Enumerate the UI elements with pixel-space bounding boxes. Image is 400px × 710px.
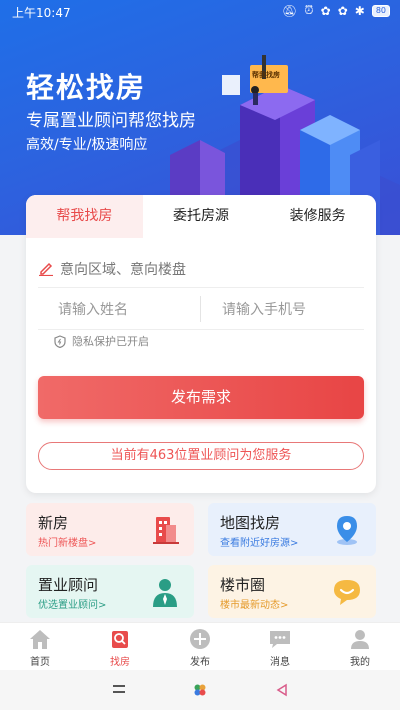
message-icon bbox=[270, 631, 290, 648]
alarm-icon: ⏰︎ bbox=[304, 3, 314, 17]
hero-tags: 高效/专业/极速响应 bbox=[26, 137, 148, 153]
tile-title: 楼市圈 bbox=[220, 576, 266, 594]
signal-icon: ✱ bbox=[354, 3, 365, 18]
menu-icon[interactable] bbox=[112, 683, 126, 695]
privacy-notice: 隐私保护已开启 bbox=[54, 333, 149, 349]
edit-pen-icon bbox=[39, 262, 53, 276]
home-icon bbox=[30, 630, 50, 649]
flower-icon-2: ✿ bbox=[337, 3, 348, 18]
building-icon bbox=[153, 517, 179, 544]
area-placeholder: 意向区域、意向楼盘 bbox=[60, 262, 186, 278]
tile-title: 地图找房 bbox=[220, 514, 281, 532]
advisor-count-button[interactable]: 当前有463位置业顾问为您服务 bbox=[38, 442, 364, 470]
nav-find-house[interactable]: 找房 bbox=[80, 623, 160, 670]
tile-market-circle[interactable]: 楼市圈 楼市最新动态> bbox=[208, 565, 376, 618]
nav-profile[interactable]: 我的 bbox=[320, 623, 400, 670]
nav-label: 发布 bbox=[190, 657, 210, 668]
field-divider bbox=[200, 296, 201, 322]
hero-title: 轻松找房 bbox=[26, 71, 147, 104]
nav-label: 首页 bbox=[30, 657, 50, 668]
nav-publish[interactable]: 发布 bbox=[160, 623, 240, 670]
tile-map-search[interactable]: 地图找房 查看附近好房源> bbox=[208, 503, 376, 556]
back-icon[interactable] bbox=[275, 683, 289, 697]
tile-title: 置业顾问 bbox=[38, 576, 99, 594]
service-tabs: 帮我找房 委托房源 装修服务 bbox=[26, 195, 376, 238]
nav-label: 找房 bbox=[110, 657, 130, 668]
nav-label: 我的 bbox=[350, 657, 370, 668]
name-input[interactable]: 请输入姓名 bbox=[58, 299, 128, 319]
hero-subtitle: 专属置业顾问帮您找房 bbox=[26, 111, 196, 131]
map-pin-icon bbox=[337, 516, 357, 545]
tile-new-house[interactable]: 新房 热门新楼盘> bbox=[26, 503, 194, 556]
find-house-card: 帮我找房 委托房源 装修服务 意向区域、意向楼盘 请输入姓名 请输入手机号 隐私… bbox=[26, 195, 376, 493]
contact-row: 请输入姓名 请输入手机号 bbox=[38, 288, 364, 330]
area-input[interactable]: 意向区域、意向楼盘 bbox=[38, 250, 364, 288]
nav-home[interactable]: 首页 bbox=[0, 623, 80, 670]
tile-subtitle: 热门新楼盘> bbox=[38, 538, 97, 549]
status-bar: 上午10:47 🔕︎ ⏰︎ ✿ ✿ ✱ 80 bbox=[0, 0, 400, 24]
system-nav-bar bbox=[0, 670, 400, 710]
mute-icon: 🔕︎ bbox=[282, 3, 298, 18]
billboard-label: 帮我找房 bbox=[252, 71, 280, 79]
tile-title: 新房 bbox=[38, 514, 69, 532]
plus-circle-icon bbox=[190, 629, 210, 649]
tab-decoration-service[interactable]: 装修服务 bbox=[259, 195, 376, 238]
shield-icon bbox=[54, 334, 66, 348]
privacy-text: 隐私保护已开启 bbox=[72, 335, 149, 348]
battery-icon: 80 bbox=[371, 4, 390, 17]
status-time: 上午10:47 bbox=[12, 6, 71, 20]
nav-label: 消息 bbox=[270, 657, 290, 668]
status-icons: 🔕︎ ⏰︎ ✿ ✿ ✱ 80 bbox=[282, 3, 390, 18]
flower-icon: ✿ bbox=[320, 3, 331, 18]
advisor-icon bbox=[153, 579, 177, 607]
tile-subtitle: 查看附近好房源> bbox=[220, 538, 299, 549]
tile-subtitle: 楼市最新动态> bbox=[220, 600, 289, 611]
home-clover-icon[interactable] bbox=[193, 683, 207, 697]
phone-input[interactable]: 请输入手机号 bbox=[222, 299, 306, 319]
nav-messages[interactable]: 消息 bbox=[240, 623, 320, 670]
publish-request-button[interactable]: 发布需求 bbox=[38, 376, 364, 419]
tab-entrust-listing[interactable]: 委托房源 bbox=[143, 195, 260, 238]
tile-advisor[interactable]: 置业顾问 优选置业顾问> bbox=[26, 565, 194, 618]
profile-icon bbox=[351, 630, 369, 649]
find-house-icon bbox=[112, 631, 128, 648]
chat-bubble-icon bbox=[334, 580, 360, 605]
tab-find-house[interactable]: 帮我找房 bbox=[26, 195, 143, 238]
bottom-nav: 首页 找房 发布 消息 我的 bbox=[0, 622, 400, 670]
tile-subtitle: 优选置业顾问> bbox=[38, 600, 107, 611]
